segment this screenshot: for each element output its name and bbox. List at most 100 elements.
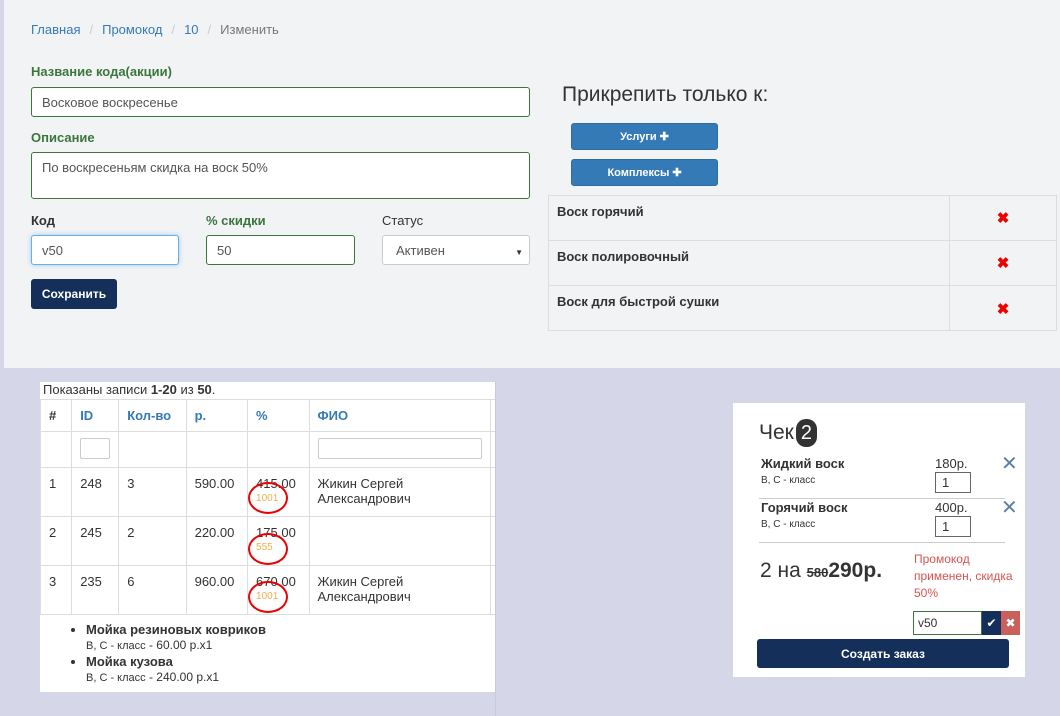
service-name: Мойка кузова	[86, 654, 173, 669]
remove-icon[interactable]: ✖	[950, 286, 1056, 331]
cell-price: 960.00	[185, 565, 249, 615]
description-textarea[interactable]: По воскресеньям скидка на воск 50%	[31, 152, 530, 199]
records-panel: Показаны записи 1-20 из 50. # ID Кол-во …	[39, 382, 496, 692]
highlight-circle	[248, 533, 288, 565]
receipt-item-class: В, С - класс	[761, 475, 816, 486]
filter-cell	[185, 431, 249, 468]
cell-price: 220.00	[185, 516, 249, 566]
create-order-button[interactable]: Создать заказ	[757, 639, 1009, 668]
checkmark-icon[interactable]: ✔	[982, 611, 1001, 635]
complexes-label: Комплексы	[607, 166, 670, 179]
cell-number: 1	[39, 467, 73, 517]
cell-price: 590.00	[185, 467, 249, 517]
cell-number: 3	[39, 565, 73, 615]
receipt-item-qty-input[interactable]: 1	[935, 516, 971, 537]
close-icon[interactable]: ✕	[1001, 454, 1018, 474]
close-icon[interactable]: ✖	[1001, 611, 1020, 635]
cell-id: 248	[71, 467, 120, 517]
col-number: #	[39, 399, 73, 432]
breadcrumb: Главная / Промокод/10/Изменить	[31, 22, 279, 37]
attached-item-name: Воск полировочный	[549, 241, 950, 285]
receipt-item-name: Жидкий воск	[761, 456, 845, 471]
col-qty[interactable]: Кол-во	[118, 399, 187, 432]
services-label: Услуги	[620, 130, 657, 143]
highlight-circle	[248, 581, 288, 613]
add-services-button[interactable]: Услуги ✚	[571, 123, 718, 150]
total-prefix: 2 на	[760, 559, 807, 582]
filter-cell	[308, 431, 491, 468]
col-fio[interactable]: ФИО	[308, 399, 491, 432]
receipt-item-price: 400р.	[935, 500, 968, 515]
summary-prefix: Показаны записи	[43, 382, 151, 397]
cell-qty: 3	[118, 467, 187, 517]
promo-code-input[interactable]: v50	[913, 611, 982, 635]
filter-cell	[118, 431, 187, 468]
old-total: 580	[806, 565, 829, 580]
receipt-item-name: Горячий воск	[761, 500, 848, 515]
new-total: 290р.	[828, 559, 883, 582]
plus-icon: ✚	[672, 167, 682, 179]
service-value: - 240.00 р.x1	[145, 670, 220, 684]
attach-title: Прикрепить только к:	[562, 83, 769, 106]
highlight-circle	[248, 482, 288, 514]
remove-icon[interactable]: ✖	[950, 196, 1056, 240]
col-price[interactable]: р.	[185, 399, 249, 432]
promo-applied-message: Промокод применен, скидка 50%	[914, 552, 1013, 600]
breadcrumb-id-link[interactable]: 10	[184, 22, 198, 37]
summary-range: 1-20	[150, 382, 177, 397]
service-value: - 60.00 р.x1	[145, 638, 213, 652]
service-class: В, С - класс	[86, 672, 146, 684]
plus-icon: ✚	[659, 131, 669, 143]
summary-suffix: .	[211, 382, 216, 397]
breadcrumb-home-link[interactable]: Главная	[31, 22, 80, 37]
divider	[495, 382, 496, 716]
attached-item-name: Воск для быстрой сушки	[549, 286, 950, 331]
attached-item-name: Воск горячий	[549, 196, 950, 240]
divider	[759, 542, 1005, 543]
filter-cell	[39, 431, 73, 468]
cell-fio: Жикин Сергей Александрович	[308, 565, 491, 615]
filter-cell	[71, 431, 120, 468]
cell-qty: 6	[118, 565, 187, 615]
service-class: В, С - класс	[86, 640, 146, 652]
col-percent[interactable]: %	[247, 399, 310, 432]
cell-number: 2	[39, 516, 73, 566]
receipt-item-class: В, С - класс	[761, 519, 816, 530]
attached-items-table: Воск горячий ✖ Воск полировочный ✖ Воск …	[548, 195, 1057, 331]
summary-mid: из	[176, 382, 198, 397]
status-label: Статус	[382, 213, 424, 228]
save-button[interactable]: Сохранить	[31, 279, 117, 309]
add-complexes-button[interactable]: Комплексы ✚	[571, 159, 718, 186]
description-label: Описание	[31, 130, 95, 145]
receipt-total: 2 на 580290р.	[760, 559, 882, 583]
name-input[interactable]: Восковое воскресенье	[31, 87, 530, 117]
discount-input[interactable]: 50	[206, 235, 355, 265]
list-item: Мойка резиновых ковриков В, С - класс - 6…	[86, 622, 266, 652]
filter-cell	[247, 431, 310, 468]
cell-id: 235	[71, 565, 120, 615]
code-label: Код	[31, 213, 55, 228]
breadcrumb-current: Изменить	[220, 22, 279, 37]
records-summary: Показаны записи 1-20 из 50.	[43, 382, 215, 397]
col-id[interactable]: ID	[71, 399, 120, 432]
discount-label: % скидки	[206, 213, 266, 228]
receipt-title: Чек 2	[759, 419, 817, 447]
code-input[interactable]: v50	[31, 235, 179, 265]
cell-fio	[308, 516, 491, 566]
breadcrumb-promocode-link[interactable]: Промокод	[102, 22, 162, 37]
id-filter-input[interactable]	[80, 438, 111, 459]
close-icon[interactable]: ✕	[1001, 498, 1018, 518]
fio-filter-input[interactable]	[317, 438, 482, 459]
status-value: Активен	[396, 242, 445, 258]
receipt-count-badge: 2	[795, 419, 817, 447]
caret-down-icon: ▼	[515, 248, 523, 257]
service-name: Мойка резиновых ковриков	[86, 622, 266, 637]
remove-icon[interactable]: ✖	[950, 241, 1056, 285]
status-select[interactable]: Активен ▼	[382, 235, 530, 265]
receipt-item-qty-input[interactable]: 1	[935, 472, 971, 493]
cell-qty: 2	[118, 516, 187, 566]
attached-item-row: Воск для быстрой сушки ✖	[549, 286, 1056, 331]
name-label: Название кода(акции)	[31, 64, 172, 79]
receipt-item-price: 180р.	[935, 456, 968, 471]
summary-total: 50	[197, 382, 212, 397]
